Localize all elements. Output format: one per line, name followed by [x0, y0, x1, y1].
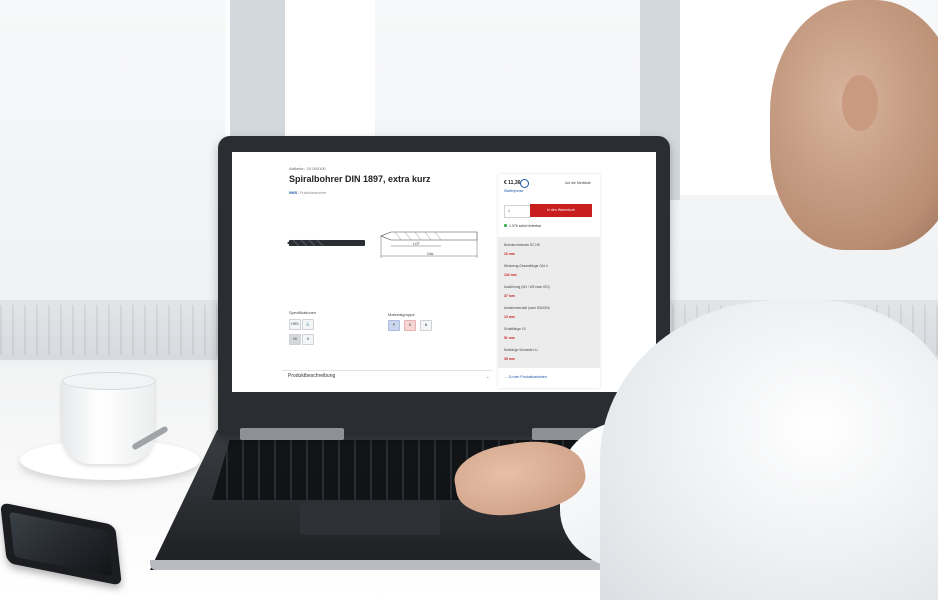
spec-value: 102 mm	[504, 273, 517, 277]
brand-line: NWS / Präzisionsbohrer	[289, 191, 326, 195]
spec-value: 13 mm	[504, 315, 515, 319]
diagram-lcf-label: LCF	[413, 242, 420, 246]
spec-label: Spezifikationen	[289, 310, 317, 315]
brand-subtitle: / Präzisionsbohrer	[298, 191, 327, 195]
stock-text: 1.076 sofort lieferbar	[509, 224, 542, 228]
material-chip-k[interactable]: K	[404, 320, 416, 331]
article-number: Artikelnr.: 10 000100	[289, 166, 326, 171]
spec-key: Aufnahmeschaft (nach ISO/DIN)	[504, 306, 550, 310]
drill-photo	[287, 239, 365, 247]
stock-status: 1.076 sofort lieferbar	[504, 224, 541, 228]
brand-name[interactable]: NWS	[289, 191, 297, 195]
person-ear	[842, 75, 878, 131]
buy-box: € 11,36 Auf die Merkliste Staffelpreise …	[498, 174, 600, 388]
price: € 11,36	[504, 180, 521, 186]
quantity-input[interactable]: 1	[504, 205, 531, 218]
touchpad	[300, 503, 440, 535]
laptop-screen: Artikelnr.: 10 000100 Spiralbohrer DIN 1…	[232, 152, 656, 392]
office-scene: Artikelnr.: 10 000100 Spiralbohrer DIN 1…	[0, 0, 938, 600]
variants-link[interactable]: → Zu den Produktvarianten	[504, 375, 547, 379]
spec-value: 39 mm	[504, 357, 515, 361]
spec-chip-k[interactable]: K	[302, 334, 314, 345]
spec-list: Bohrdurchmesser DC H8 10 mm Werkzeug-Ges…	[498, 237, 600, 368]
tier-price-link[interactable]: Staffelpreise	[504, 189, 523, 193]
spec-chip-ni[interactable]: Ni	[289, 334, 301, 345]
description-label[interactable]: Produktbeschreibung	[288, 373, 335, 379]
material-label: Materialgruppe	[388, 312, 415, 317]
laptop-hinge-left	[240, 428, 344, 440]
coffee-cup	[62, 378, 154, 464]
watchlist-link[interactable]: Auf die Merkliste	[565, 181, 591, 185]
spec-key: Bohrdurchmesser DC H8	[504, 243, 540, 247]
diagram-oal-label: OAL	[427, 252, 434, 256]
material-chip-n[interactable]: N	[420, 320, 432, 331]
add-to-cart-button[interactable]: In den Warenkorb	[530, 204, 592, 217]
spec-value: 51 mm	[504, 336, 515, 340]
spec-key: Nutzlänge Schneide LU	[504, 348, 538, 352]
spec-chip-anchor[interactable]: ⚓	[302, 319, 314, 330]
stock-dot-icon	[504, 224, 507, 227]
spec-value: 10 mm	[504, 252, 515, 256]
product-page: Artikelnr.: 10 000100 Spiralbohrer DIN 1…	[232, 152, 656, 392]
spec-key: Ausführung (W1 / W2 nach ISO)	[504, 285, 550, 289]
spec-key: Werkzeug-Gesamtlänge OAL h	[504, 264, 549, 268]
spec-key: Schaftlänge LS	[504, 327, 526, 331]
drill-diagram: LCF OAL	[380, 231, 478, 258]
spec-chip-hss[interactable]: HSS	[289, 319, 301, 330]
chevron-down-icon[interactable]: ⌄	[486, 374, 489, 379]
variants-text[interactable]: Zu den Produktvarianten	[508, 375, 546, 379]
material-chip-p[interactable]: P	[388, 320, 400, 331]
phone-screen	[9, 511, 113, 577]
spec-value: 37 mm	[504, 294, 515, 298]
product-title: Spiralbohrer DIN 1897, extra kurz	[289, 174, 431, 184]
cup-rim	[62, 372, 156, 390]
info-icon[interactable]	[520, 179, 529, 188]
